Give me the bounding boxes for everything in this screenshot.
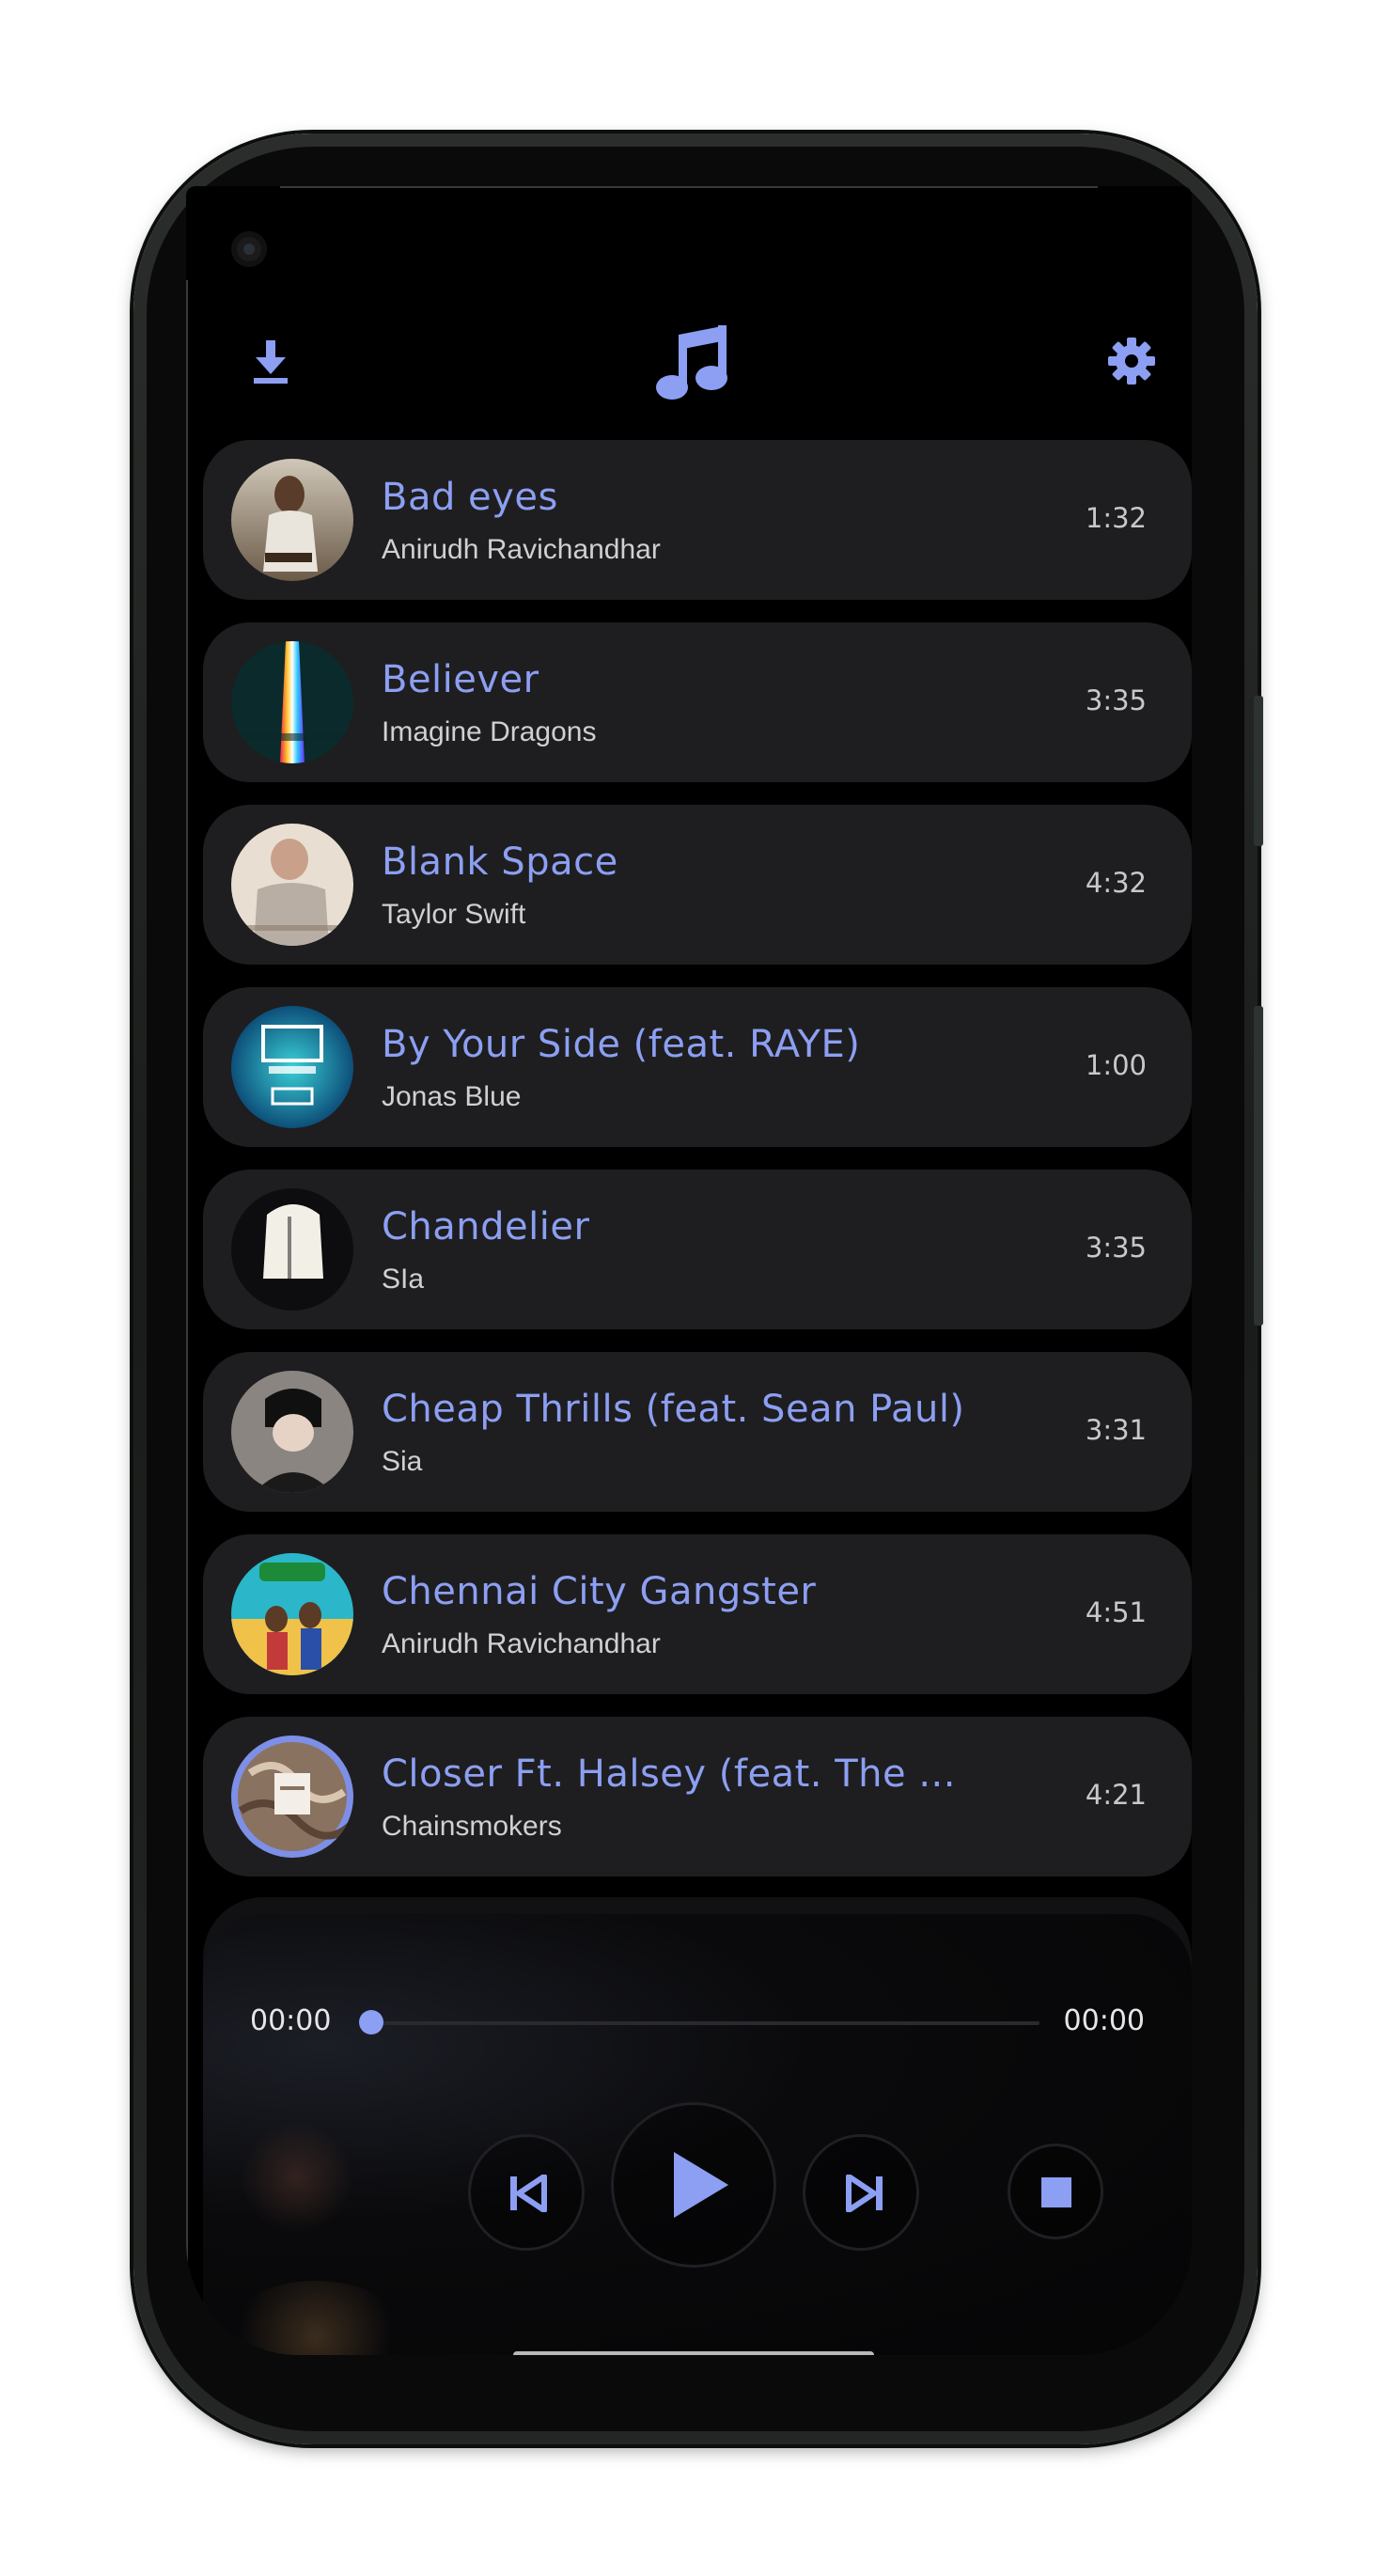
song-item[interactable]: Believer Imagine Dragons 3:35 xyxy=(203,622,1192,782)
song-artist: Anirudh Ravichandhar xyxy=(382,534,661,565)
skip-next-icon xyxy=(846,2175,883,2212)
song-artist: Sia xyxy=(382,1446,423,1477)
next-button[interactable] xyxy=(803,2134,919,2251)
seek-thumb[interactable] xyxy=(359,2010,383,2034)
skip-previous-icon xyxy=(510,2175,547,2212)
song-artist: Imagine Dragons xyxy=(382,716,597,747)
stop-icon xyxy=(1041,2177,1071,2207)
total-time: 00:00 xyxy=(1063,2004,1145,2037)
song-artist: Anirudh Ravichandhar xyxy=(382,1628,661,1659)
stop-button[interactable] xyxy=(1008,2144,1103,2239)
song-artist: Jonas Blue xyxy=(382,1081,522,1112)
front-camera xyxy=(231,231,267,267)
song-duration: 1:32 xyxy=(1085,502,1147,534)
song-title: Believer xyxy=(382,658,539,701)
song-item[interactable]: Cheap Thrills (feat. Sean Paul) Sia 3:31 xyxy=(203,1352,1192,1512)
album-art xyxy=(231,641,353,763)
song-duration: 3:31 xyxy=(1085,1414,1147,1446)
app-screen: Bad eyes Anirudh Ravichandhar 1:32 Belie… xyxy=(186,186,1192,2355)
song-title: Blank Space xyxy=(382,840,618,884)
song-item[interactable]: Chandelier SIa 3:35 xyxy=(203,1170,1192,1329)
previous-button[interactable] xyxy=(468,2134,585,2251)
song-title: Chennai City Gangster xyxy=(382,1570,817,1613)
song-duration: 1:00 xyxy=(1085,1049,1147,1081)
blurred-art-glow xyxy=(241,2121,353,2234)
song-duration: 3:35 xyxy=(1085,1232,1147,1264)
play-icon xyxy=(674,2152,728,2218)
song-duration: 4:21 xyxy=(1085,1779,1147,1811)
music-note-icon xyxy=(656,322,731,401)
now-playing-panel: 00:00 00:00 xyxy=(203,1897,1192,2355)
song-title: Cheap Thrills (feat. Sean Paul) xyxy=(382,1388,965,1431)
gear-icon[interactable] xyxy=(1107,337,1156,385)
home-indicator[interactable] xyxy=(513,2351,874,2355)
album-art xyxy=(231,824,353,946)
album-art xyxy=(231,1371,353,1493)
song-artist: Taylor Swift xyxy=(382,899,526,930)
song-duration: 4:32 xyxy=(1085,867,1147,899)
album-art xyxy=(231,459,353,581)
song-artist: Chainsmokers xyxy=(382,1811,562,1842)
song-item[interactable]: Bad eyes Anirudh Ravichandhar 1:32 xyxy=(203,440,1192,600)
album-art xyxy=(231,1553,353,1675)
blurred-art-glow xyxy=(222,2281,410,2355)
song-item[interactable]: Closer Ft. Halsey (feat. The ... Chainsm… xyxy=(203,1717,1192,1877)
song-title: Chandelier xyxy=(382,1205,590,1249)
download-icon[interactable] xyxy=(250,338,291,385)
power-button xyxy=(1254,1006,1263,1326)
song-item[interactable]: Blank Space Taylor Swift 4:32 xyxy=(203,805,1192,965)
album-art xyxy=(231,1006,353,1128)
song-title: By Your Side (feat. RAYE) xyxy=(382,1023,861,1066)
screen-edge-left xyxy=(186,280,188,2299)
volume-button xyxy=(1254,696,1263,846)
song-title: Bad eyes xyxy=(382,476,558,519)
song-title: Closer Ft. Halsey (feat. The ... xyxy=(382,1752,956,1796)
song-item[interactable]: Chennai City Gangster Anirudh Ravichandh… xyxy=(203,1534,1192,1694)
song-item[interactable]: By Your Side (feat. RAYE) Jonas Blue 1:0… xyxy=(203,987,1192,1147)
song-artist: SIa xyxy=(382,1264,425,1295)
seek-bar[interactable] xyxy=(370,2021,1039,2025)
screen-edge-top xyxy=(280,186,1098,188)
song-duration: 3:35 xyxy=(1085,684,1147,716)
album-art xyxy=(231,1736,353,1858)
play-button[interactable] xyxy=(611,2102,776,2268)
song-duration: 4:51 xyxy=(1085,1596,1147,1628)
elapsed-time: 00:00 xyxy=(250,2004,332,2037)
song-list: Bad eyes Anirudh Ravichandhar 1:32 Belie… xyxy=(203,440,1192,1899)
album-art xyxy=(231,1188,353,1311)
